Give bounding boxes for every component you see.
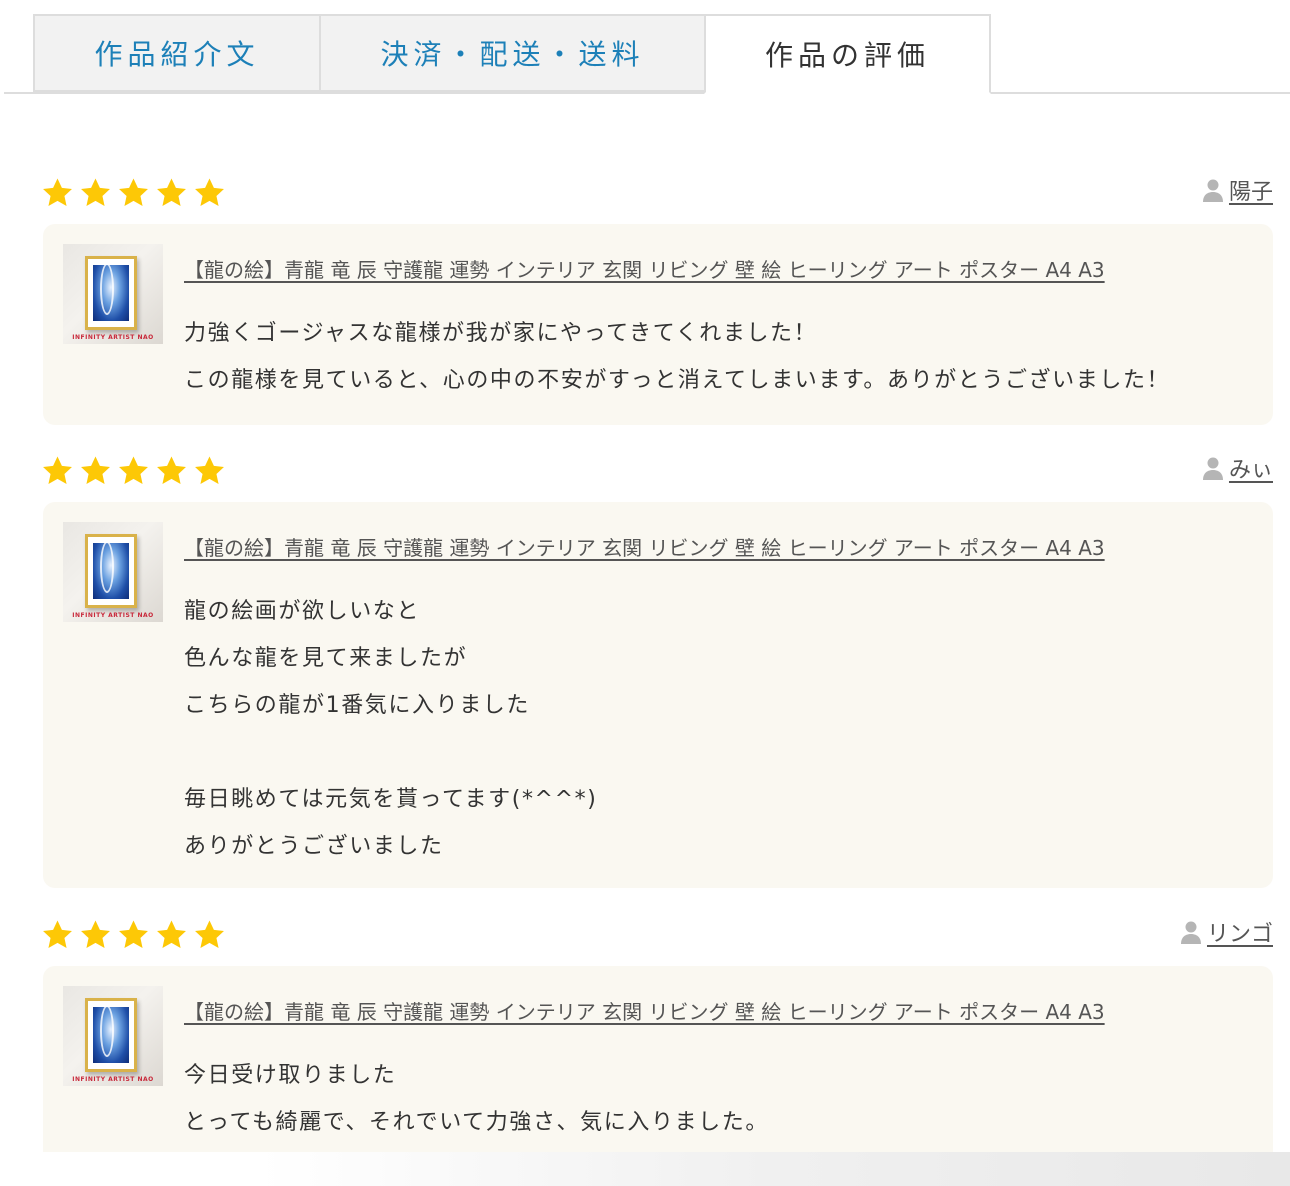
- reviewer: リンゴ: [1180, 916, 1273, 948]
- star-icon: [192, 176, 227, 210]
- star-icon: [40, 176, 75, 210]
- star-icon: [40, 454, 75, 488]
- star-icon: [78, 176, 113, 210]
- user-icon: [1202, 456, 1223, 480]
- star-icon: [154, 918, 189, 952]
- thumbnail-caption: INFINITY ARTIST NAO: [72, 612, 154, 619]
- review-comment: 今日受け取りました とっても綺麗で、それでいて力強さ、気に入りました。: [184, 1063, 769, 1135]
- tab-description[interactable]: 作品紹介文: [33, 14, 321, 92]
- tab-bar: 作品紹介文 決済・配送・送料 作品の評価: [0, 0, 1290, 94]
- thumbnail-caption: INFINITY ARTIST NAO: [72, 334, 154, 341]
- product-title-link[interactable]: 【龍の絵】青龍 竜 辰 守護龍 運勢 インテリア 玄関 リビング 壁 絵 ヒーリ…: [184, 996, 1105, 1025]
- product-thumbnail[interactable]: INFINITY ARTIST NAO: [63, 986, 163, 1086]
- review-header: 陽子: [40, 176, 1273, 216]
- star-icon: [78, 454, 113, 488]
- product-thumbnail[interactable]: INFINITY ARTIST NAO: [63, 522, 163, 622]
- star-icon: [40, 918, 75, 952]
- user-icon: [1202, 178, 1223, 202]
- reviewer: みぃ: [1202, 452, 1273, 484]
- thumbnail-caption: INFINITY ARTIST NAO: [72, 1076, 154, 1083]
- tab-payment-shipping[interactable]: 決済・配送・送料: [319, 14, 706, 92]
- star-icon: [192, 454, 227, 488]
- star-icon: [192, 918, 227, 952]
- star-icon: [116, 176, 151, 210]
- star-rating: [40, 454, 227, 488]
- reviewer-name-link[interactable]: 陽子: [1229, 174, 1273, 206]
- tab-bar-divider: [4, 92, 1290, 94]
- review-header: リンゴ: [40, 918, 1273, 958]
- star-icon: [116, 918, 151, 952]
- review-card: INFINITY ARTIST NAO 【龍の絵】青龍 竜 辰 守護龍 運勢 イ…: [43, 966, 1273, 1152]
- review-header: みぃ: [40, 454, 1273, 494]
- product-title-link[interactable]: 【龍の絵】青龍 竜 辰 守護龍 運勢 インテリア 玄関 リビング 壁 絵 ヒーリ…: [184, 254, 1105, 283]
- tab-reviews[interactable]: 作品の評価: [704, 14, 991, 94]
- star-icon: [154, 176, 189, 210]
- review-comment: 力強くゴージャスな龍様が我が家にやってきてくれました！ この龍様を見ていると、心…: [184, 321, 1171, 393]
- star-icon: [154, 454, 189, 488]
- review-card: INFINITY ARTIST NAO 【龍の絵】青龍 竜 辰 守護龍 運勢 イ…: [43, 224, 1273, 425]
- reviewer: 陽子: [1202, 174, 1273, 206]
- star-icon: [116, 454, 151, 488]
- reviewer-name-link[interactable]: リンゴ: [1207, 916, 1273, 948]
- reviewer-name-link[interactable]: みぃ: [1229, 452, 1273, 484]
- star-icon: [78, 918, 113, 952]
- review-comment: 龍の絵画が欲しいなと 色んな龍を見て来ましたが こちらの龍が1番気に入りました …: [184, 599, 598, 859]
- bottom-scroll-fade: [0, 1152, 1290, 1186]
- star-rating: [40, 176, 227, 210]
- star-rating: [40, 918, 227, 952]
- product-thumbnail[interactable]: INFINITY ARTIST NAO: [63, 244, 163, 344]
- user-icon: [1180, 920, 1201, 944]
- review-card: INFINITY ARTIST NAO 【龍の絵】青龍 竜 辰 守護龍 運勢 イ…: [43, 502, 1273, 888]
- product-title-link[interactable]: 【龍の絵】青龍 竜 辰 守護龍 運勢 インテリア 玄関 リビング 壁 絵 ヒーリ…: [184, 532, 1105, 561]
